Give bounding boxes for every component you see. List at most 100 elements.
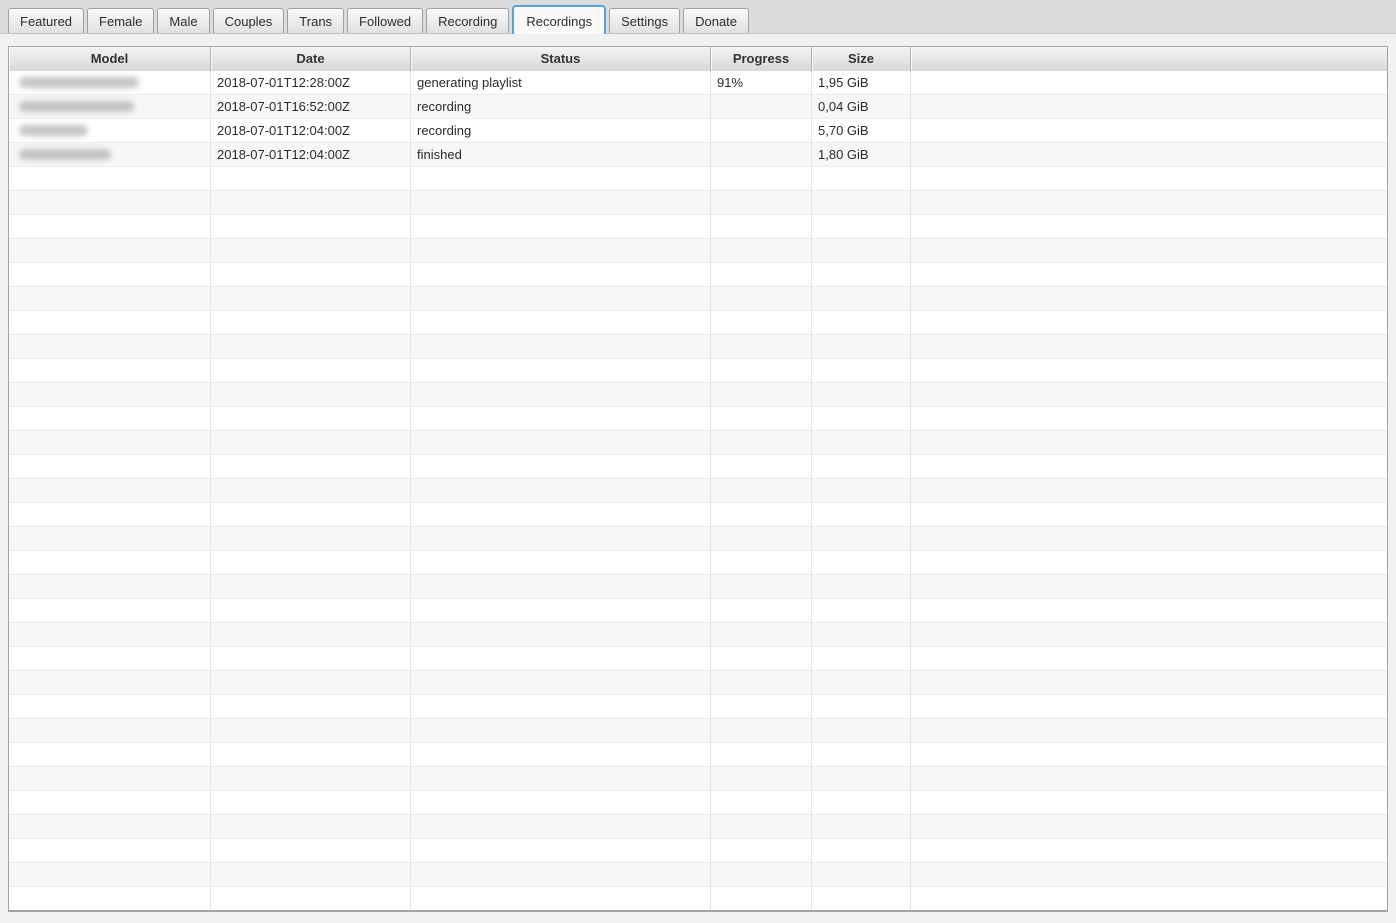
cell-progress bbox=[711, 863, 812, 886]
tab-couples[interactable]: Couples bbox=[212, 8, 285, 33]
tab-recordings[interactable]: Recordings bbox=[512, 5, 607, 34]
tab-bar: Featured Female Male Couples Trans Followed Re… bbox=[0, 0, 1396, 34]
cell-size bbox=[812, 503, 911, 526]
empty-row bbox=[9, 503, 1387, 527]
tab-label: Donate bbox=[695, 14, 738, 29]
cell-blank bbox=[911, 551, 1387, 574]
cell-progress bbox=[711, 719, 812, 742]
cell-progress bbox=[711, 671, 812, 694]
cell-size bbox=[812, 191, 911, 214]
empty-row bbox=[9, 455, 1387, 479]
column-header-status[interactable]: Status bbox=[411, 47, 711, 71]
cell-model bbox=[9, 263, 211, 286]
tab-trans[interactable]: Trans bbox=[287, 8, 345, 33]
cell-model bbox=[9, 455, 211, 478]
recording-row[interactable]: 2018-07-01T16:52:00Z recording 0,04 GiB bbox=[9, 95, 1387, 119]
cell-date: 2018-07-01T12:28:00Z bbox=[211, 71, 411, 94]
tab-male[interactable]: Male bbox=[157, 8, 210, 33]
cell-model bbox=[9, 191, 211, 214]
cell-size bbox=[812, 767, 911, 790]
cell-model bbox=[9, 95, 211, 118]
tab-featured[interactable]: Featured bbox=[8, 8, 85, 33]
cell-blank bbox=[911, 95, 1387, 118]
cell-progress bbox=[711, 503, 812, 526]
tab-label: Trans bbox=[299, 14, 333, 29]
cell-date bbox=[211, 767, 411, 790]
tab-label: Recording bbox=[438, 14, 498, 29]
cell-date bbox=[211, 431, 411, 454]
cell-blank bbox=[911, 743, 1387, 766]
cell-size bbox=[812, 671, 911, 694]
cell-date bbox=[211, 791, 411, 814]
cell-size bbox=[812, 287, 911, 310]
cell-status bbox=[411, 431, 711, 454]
cell-model bbox=[9, 551, 211, 574]
recording-row[interactable]: 2018-07-01T12:28:00Z generating playlist 9… bbox=[9, 71, 1387, 95]
tab-settings[interactable]: Settings bbox=[609, 8, 681, 33]
cell-model bbox=[9, 839, 211, 862]
cell-blank bbox=[911, 287, 1387, 310]
cell-status bbox=[411, 695, 711, 718]
column-header-model[interactable]: Model bbox=[9, 47, 211, 71]
cell-blank bbox=[911, 887, 1387, 910]
cell-blank bbox=[911, 455, 1387, 478]
cell-model bbox=[9, 503, 211, 526]
empty-row bbox=[9, 887, 1387, 910]
cell-size bbox=[812, 719, 911, 742]
cell-status bbox=[411, 575, 711, 598]
recordings-table: Model Date Status Progress Size 2018-07-01T1… bbox=[8, 46, 1388, 912]
cell-size bbox=[812, 263, 911, 286]
cell-model bbox=[9, 743, 211, 766]
tab-donate[interactable]: Donate bbox=[683, 8, 750, 33]
column-header-size[interactable]: Size bbox=[812, 47, 911, 71]
tab-female[interactable]: Female bbox=[87, 8, 155, 33]
cell-model bbox=[9, 695, 211, 718]
tab-followed[interactable]: Followed bbox=[347, 8, 424, 33]
empty-row bbox=[9, 431, 1387, 455]
cell-size bbox=[812, 647, 911, 670]
cell-size bbox=[812, 599, 911, 622]
cell-size bbox=[812, 695, 911, 718]
empty-row bbox=[9, 695, 1387, 719]
cell-model bbox=[9, 335, 211, 358]
cell-size bbox=[812, 239, 911, 262]
cell-size bbox=[812, 527, 911, 550]
cell-size bbox=[812, 791, 911, 814]
recording-row[interactable]: 2018-07-01T12:04:00Z recording 5,70 GiB bbox=[9, 119, 1387, 143]
cell-size: 5,70 GiB bbox=[812, 119, 911, 142]
column-header-date[interactable]: Date bbox=[211, 47, 411, 71]
cell-progress bbox=[711, 791, 812, 814]
cell-model bbox=[9, 575, 211, 598]
cell-progress bbox=[711, 551, 812, 574]
cell-blank bbox=[911, 431, 1387, 454]
cell-status: generating playlist bbox=[411, 71, 711, 94]
cell-size bbox=[812, 743, 911, 766]
cell-blank bbox=[911, 239, 1387, 262]
cell-date bbox=[211, 383, 411, 406]
cell-blank bbox=[911, 311, 1387, 334]
recording-row[interactable]: 2018-07-01T12:04:00Z finished 1,80 GiB bbox=[9, 143, 1387, 167]
cell-model bbox=[9, 887, 211, 910]
empty-row bbox=[9, 839, 1387, 863]
column-header-blank[interactable] bbox=[911, 47, 1387, 71]
cell-status bbox=[411, 407, 711, 430]
cell-progress bbox=[711, 95, 812, 118]
cell-status bbox=[411, 719, 711, 742]
tab-label: Male bbox=[169, 14, 198, 29]
cell-date bbox=[211, 551, 411, 574]
cell-model bbox=[9, 287, 211, 310]
cell-blank bbox=[911, 215, 1387, 238]
cell-status bbox=[411, 647, 711, 670]
cell-size bbox=[812, 383, 911, 406]
column-header-progress[interactable]: Progress bbox=[711, 47, 812, 71]
cell-progress bbox=[711, 887, 812, 910]
tab-recording[interactable]: Recording bbox=[426, 8, 510, 33]
table-body: 2018-07-01T12:28:00Z generating playlist 9… bbox=[9, 71, 1387, 910]
cell-date bbox=[211, 455, 411, 478]
empty-row bbox=[9, 863, 1387, 887]
cell-progress bbox=[711, 623, 812, 646]
cell-blank bbox=[911, 407, 1387, 430]
cell-progress bbox=[711, 431, 812, 454]
cell-progress bbox=[711, 215, 812, 238]
cell-date: 2018-07-01T16:52:00Z bbox=[211, 95, 411, 118]
